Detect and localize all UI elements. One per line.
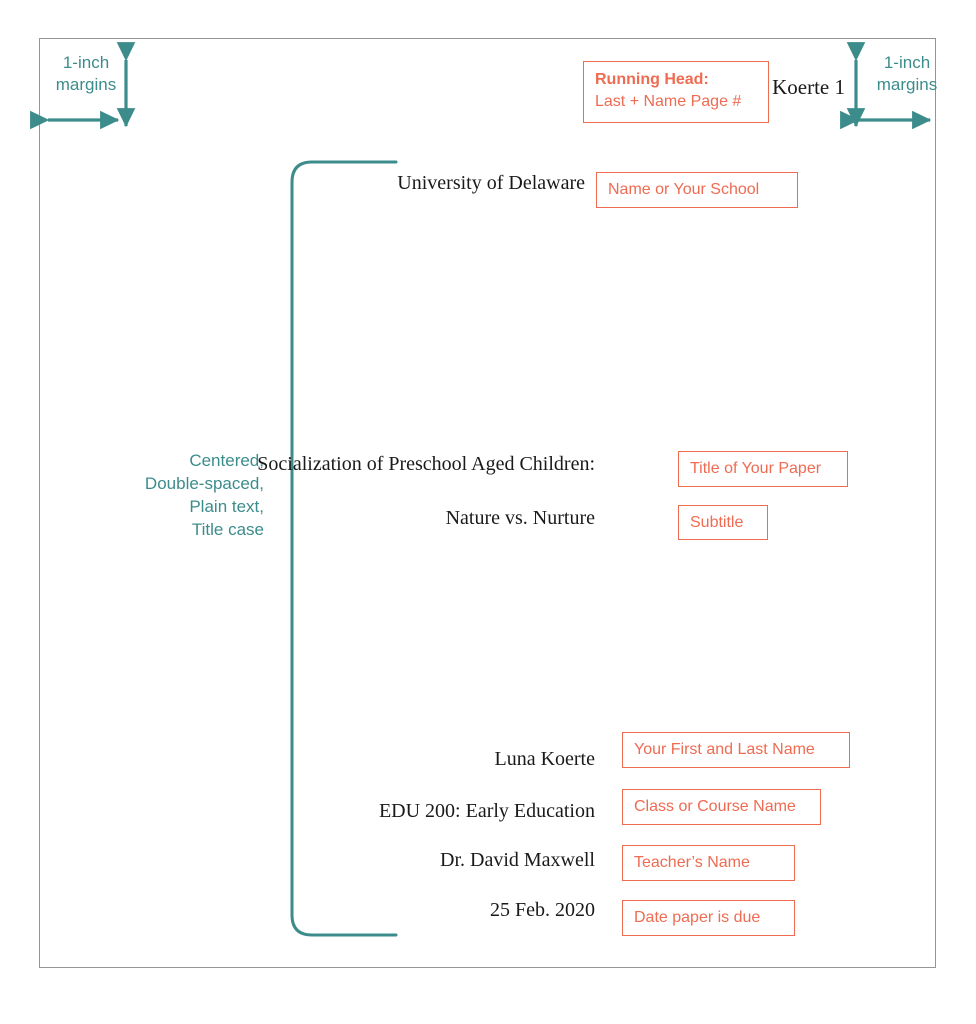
callout-teacher: Teacher’s Name (622, 845, 795, 881)
school-name-text: University of Delaware (397, 172, 585, 194)
callout-course: Class or Course Name (622, 789, 821, 825)
callout-school: Name or Your School (596, 172, 798, 208)
left-margin-label: 1-inch margins (55, 53, 117, 94)
callout-running-head: Running Head: Last + Name Page # (583, 61, 769, 123)
due-date-text: 25 Feb. 2020 (490, 899, 595, 921)
callout-author: Your First and Last Name (622, 732, 850, 768)
callout-date: Date paper is due (622, 900, 795, 936)
right-margin-label: 1-inch margins (876, 53, 938, 94)
paper-title-text: Socialization of Preschool Aged Children… (257, 453, 595, 475)
paper-subtitle-text: Nature vs. Nurture (445, 507, 595, 529)
author-name-text: Luna Koerte (494, 748, 595, 770)
callout-title: Title of Your Paper (678, 451, 848, 487)
teacher-name-text: Dr. David Maxwell (440, 849, 595, 871)
callout-running-head-title: Running Head: (595, 71, 709, 88)
course-name-text: EDU 200: Early Education (378, 800, 595, 822)
diagram-canvas: 1-inch margins 1-inch margins Centered, … (0, 0, 976, 1024)
callout-subtitle: Subtitle (678, 505, 768, 540)
callout-running-head-detail: Last + Name Page # (595, 93, 742, 110)
